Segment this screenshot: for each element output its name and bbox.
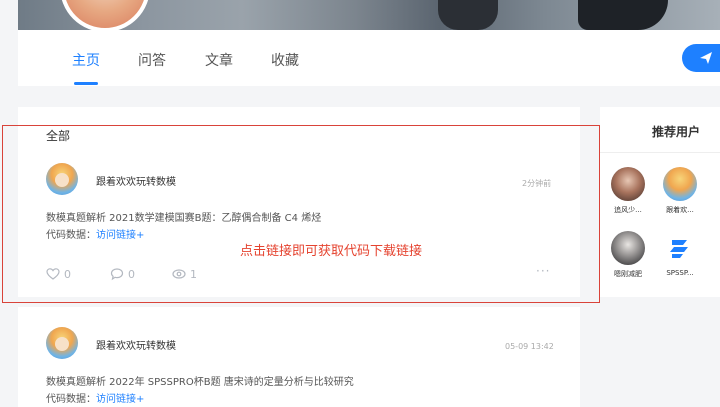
user-name[interactable]: SPSSP... [657,269,703,277]
tab-favorites[interactable]: 收藏 [271,50,299,70]
send-icon [700,52,712,64]
recommended-user[interactable]: 嗯刚减肥 [605,231,651,279]
post-time: 2分钟前 [522,179,552,188]
user-avatar[interactable] [663,167,697,201]
more-icon[interactable]: ··· [536,264,550,278]
post-time: 05-09 13:42 [505,342,554,351]
annotation-text: 点击链接即可获取代码下载链接 [240,244,423,259]
like-stat[interactable]: 0 [46,267,71,281]
author-avatar[interactable] [46,163,78,195]
code-data-line: 代码数据：访问链接+ [46,390,144,405]
author-name[interactable]: 跟着欢欢玩转数模 [96,337,176,352]
view-icon [172,269,186,279]
feed-section-title: 全部 [46,129,71,143]
spsspro-logo-icon [670,240,688,258]
user-avatar[interactable] [663,231,697,265]
active-tab-indicator [74,82,98,85]
code-data-line: 代码数据：访问链接+ [46,226,144,241]
profile-avatar[interactable] [60,0,150,30]
recommended-user[interactable]: SPSSP... [657,231,703,277]
feed-card: 全部 跟着欢欢玩转数模 2分钟前 数模真题解析 2021数学建模国赛B题：乙醇偶… [18,107,580,297]
profile-tab-bar: 主页 问答 文章 收藏 [18,30,720,86]
tab-articles[interactable]: 文章 [205,50,233,70]
like-count: 0 [64,267,71,281]
author-name[interactable]: 跟着欢欢玩转数模 [96,173,176,188]
recommended-users-panel: 推荐用户 追风少... 跟着欢... 嗯刚减肥 SPSSP... [600,107,720,297]
author-avatar[interactable] [46,327,78,359]
user-avatar[interactable] [611,167,645,201]
code-data-label: 代码数据： [46,230,96,241]
access-link[interactable]: 访问链接+ [96,230,144,241]
feed-card: 跟着欢欢玩转数模 05-09 13:42 数模真题解析 2022年 SPSSPR… [18,307,580,407]
like-icon [46,268,60,280]
comment-stat[interactable]: 0 [110,267,135,281]
code-data-label: 代码数据： [46,394,96,405]
user-avatar[interactable] [611,231,645,265]
banner-figure [578,0,668,30]
tab-qa[interactable]: 问答 [138,50,166,70]
post-title[interactable]: 数模真题解析 2022年 SPSSPRO杯B题 唐宋诗的定量分析与比较研究 [46,373,354,388]
user-name[interactable]: 嗯刚减肥 [605,269,651,279]
user-name[interactable]: 跟着欢... [657,205,703,215]
access-link[interactable]: 访问链接+ [96,394,144,405]
banner-figure [438,0,498,30]
profile-banner [18,0,720,30]
view-count: 1 [190,267,197,281]
comment-count: 0 [128,267,135,281]
recommended-user[interactable]: 追风少... [605,167,651,215]
recommended-users-title: 推荐用户 [652,125,701,139]
comment-icon [110,268,124,281]
user-name[interactable]: 追风少... [605,205,651,215]
tab-home[interactable]: 主页 [72,50,100,70]
recommended-user[interactable]: 跟着欢... [657,167,703,215]
post-title[interactable]: 数模真题解析 2021数学建模国赛B题：乙醇偶合制备 C4 烯烃 [46,209,321,224]
divider [600,152,720,153]
action-button[interactable] [682,44,720,72]
view-stat: 1 [172,267,197,281]
